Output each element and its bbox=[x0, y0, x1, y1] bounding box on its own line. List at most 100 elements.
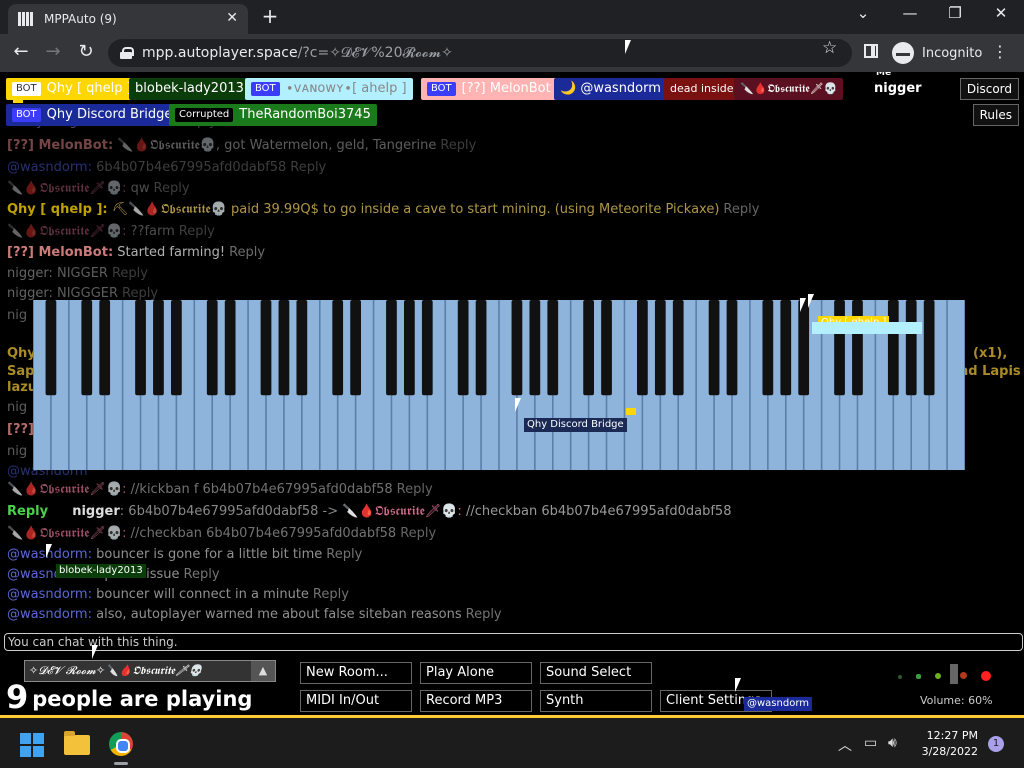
screen: MPPAuto (9) ✕ + ⌄ — ❐ ✕ ← → ↻ mpp.autopl… bbox=[0, 0, 1024, 768]
black-key[interactable] bbox=[923, 300, 935, 396]
black-key[interactable] bbox=[852, 300, 863, 396]
black-key[interactable] bbox=[135, 300, 146, 396]
chat-message: Qhy [ qhelp ]: ⛏🔪🩸𝕺𝖇𝖘𝖈𝖚𝖗𝖎𝖙𝖊💀 paid 39.99Q… bbox=[7, 202, 760, 217]
url-host: mpp.autoplayer.space bbox=[142, 45, 298, 61]
minimize-icon[interactable]: — bbox=[895, 4, 925, 22]
user-qhy[interactable]: BOT Qhy [ qhelp ] bbox=[6, 78, 138, 100]
lock-icon bbox=[120, 47, 134, 59]
chat-fragment: nd Lapis bbox=[959, 364, 1021, 379]
user-wasndorm[interactable]: 🌙 @wasndorm bbox=[554, 78, 667, 100]
taskbar-clock[interactable]: 12:27 PM 3/28/2022 bbox=[918, 728, 978, 760]
black-key[interactable] bbox=[296, 300, 308, 396]
black-key[interactable] bbox=[404, 300, 415, 396]
browser-tab[interactable]: MPPAuto (9) ✕ bbox=[8, 4, 248, 34]
forward-icon[interactable]: → bbox=[40, 41, 66, 62]
speaker-icon[interactable]: 🔊︎ bbox=[888, 735, 897, 751]
chat-input[interactable]: You can chat with this thing. bbox=[4, 633, 1023, 651]
black-key[interactable] bbox=[153, 300, 164, 396]
black-key[interactable] bbox=[798, 300, 810, 396]
record-mp3-button[interactable]: Record MP3 bbox=[420, 690, 532, 712]
black-key[interactable] bbox=[224, 300, 236, 396]
window-close-icon[interactable]: ✕ bbox=[986, 4, 1016, 22]
file-explorer-icon[interactable] bbox=[64, 731, 90, 755]
tab-search-icon[interactable]: ⌄ bbox=[848, 4, 878, 22]
browser-menu-icon[interactable]: ⋮ bbox=[992, 42, 1008, 61]
black-key[interactable] bbox=[278, 300, 290, 396]
black-key[interactable] bbox=[45, 300, 57, 396]
user-vanowy[interactable]: BOT ∙ᴠᴀɴᴏᴡʏ∙[ ahelp ] bbox=[245, 78, 413, 100]
black-key[interactable] bbox=[887, 300, 899, 396]
black-key[interactable] bbox=[583, 300, 594, 396]
reload-icon[interactable]: ↻ bbox=[73, 41, 99, 62]
address-bar[interactable]: mpp.autoplayer.space/?c=✧𝓓𝓔𝓥%20𝓡𝓸𝓸𝓶✧ bbox=[108, 39, 852, 67]
chat-message: @wasndorm: also, autoplayer warned me ab… bbox=[7, 607, 502, 622]
user-self[interactable]: Me nigger bbox=[868, 72, 928, 100]
discord-button[interactable]: Discord bbox=[959, 78, 1019, 100]
status-dot bbox=[898, 675, 902, 679]
black-key[interactable] bbox=[511, 300, 523, 396]
user-blobek[interactable]: blobek-lady2013 bbox=[129, 78, 250, 100]
black-key[interactable] bbox=[547, 300, 559, 396]
chat-fragment: nig bbox=[7, 444, 28, 459]
user-qhy-bridge[interactable]: BOT Qhy Discord Bridge bbox=[6, 104, 179, 126]
black-key[interactable] bbox=[905, 300, 917, 396]
tray-overflow-icon[interactable]: ︿ bbox=[838, 735, 852, 755]
windows-start-icon[interactable] bbox=[20, 733, 44, 757]
black-key[interactable] bbox=[672, 300, 684, 396]
user-dead-inside[interactable]: dead inside bbox=[664, 78, 740, 100]
players-count: 9 people are playing bbox=[6, 678, 252, 716]
rules-button[interactable]: Rules bbox=[972, 104, 1019, 126]
clock-time: 12:27 PM bbox=[926, 729, 978, 742]
black-key[interactable] bbox=[171, 300, 182, 396]
new-room-button[interactable]: New Room... bbox=[300, 662, 412, 684]
crown-icon bbox=[626, 408, 636, 415]
bookmark-star-icon[interactable]: ☆ bbox=[822, 38, 837, 58]
notification-badge[interactable]: 1 bbox=[988, 736, 1004, 752]
user-melonbot[interactable]: BOT [??] MelonBot bbox=[421, 78, 557, 100]
sound-select-button[interactable]: Sound Select bbox=[540, 662, 652, 684]
synth-button[interactable]: Synth bbox=[540, 690, 652, 712]
black-key[interactable] bbox=[762, 300, 774, 396]
new-tab-icon[interactable]: + bbox=[258, 4, 282, 28]
bottom-controls: ✧𝓓𝓔𝓥 𝓡𝓸𝓸𝓶✧🔪🩸𝕺𝖇𝖘𝖈𝖚𝖗𝖎𝖙𝖊🗡💀 ▲ 9 people are pl… bbox=[0, 654, 1024, 718]
white-key[interactable] bbox=[947, 300, 965, 470]
chat-message: 🔪🩸𝕺𝖇𝖘𝖈𝖚𝖗𝖎𝖙𝖊🗡💀: //kickban f 6b4b07b4e6799… bbox=[7, 482, 433, 497]
black-key[interactable] bbox=[601, 300, 612, 396]
user-therandomboi[interactable]: Corrupted TheRandomBoi3745 bbox=[169, 104, 377, 126]
black-key[interactable] bbox=[726, 300, 738, 396]
black-key[interactable] bbox=[654, 300, 666, 396]
black-key[interactable] bbox=[350, 300, 361, 396]
black-key[interactable] bbox=[421, 300, 433, 396]
midi-button[interactable]: MIDI In/Out bbox=[300, 690, 412, 712]
room-dropdown-arrow-icon[interactable]: ▲ bbox=[251, 661, 275, 681]
black-key[interactable] bbox=[99, 300, 111, 396]
chat-message: nigger: NIGGER Reply bbox=[7, 266, 148, 281]
black-key[interactable] bbox=[780, 300, 792, 396]
black-key[interactable] bbox=[386, 300, 397, 396]
black-key[interactable] bbox=[260, 300, 272, 396]
black-key[interactable] bbox=[529, 300, 541, 396]
play-alone-button[interactable]: Play Alone bbox=[420, 662, 532, 684]
volume-knob[interactable] bbox=[950, 664, 958, 684]
incognito-indicator[interactable]: Incognito bbox=[892, 42, 982, 64]
side-panel-icon[interactable] bbox=[864, 44, 878, 58]
black-key[interactable] bbox=[457, 300, 469, 396]
black-key[interactable] bbox=[834, 300, 845, 396]
chat-fragment: [??] bbox=[7, 422, 34, 437]
user-obscurite[interactable]: 🔪🩸𝕺𝖇𝖘𝖈𝖚𝖗𝖎𝖙𝖊🗡💀 bbox=[734, 78, 844, 100]
restore-icon[interactable]: ❐ bbox=[940, 4, 970, 22]
chat-fragment: nig bbox=[7, 400, 28, 415]
close-tab-icon[interactable]: ✕ bbox=[226, 10, 238, 26]
black-key[interactable] bbox=[81, 300, 93, 396]
chat-fragment: (x1), bbox=[973, 346, 1008, 361]
network-icon[interactable]: ▭ bbox=[864, 735, 877, 751]
black-key[interactable] bbox=[332, 300, 344, 396]
cursor-label-blobek: blobek-lady2013 bbox=[56, 564, 146, 578]
back-icon[interactable]: ← bbox=[8, 41, 34, 62]
mpp-page: Everything is fun: NIGGERReply [??] Melo… bbox=[0, 72, 1024, 718]
black-key[interactable] bbox=[708, 300, 720, 396]
chrome-icon[interactable] bbox=[109, 732, 133, 756]
black-key[interactable] bbox=[637, 300, 648, 396]
black-key[interactable] bbox=[475, 300, 487, 396]
black-key[interactable] bbox=[206, 300, 218, 396]
